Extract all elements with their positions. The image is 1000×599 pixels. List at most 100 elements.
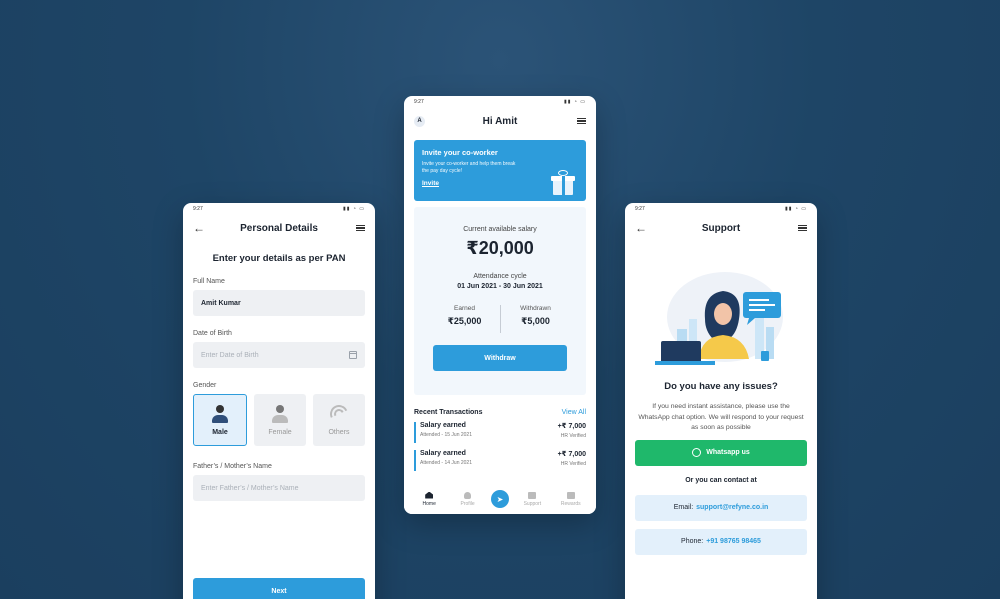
phone-contact[interactable]: Phone: +91 98765 98465 (635, 528, 807, 555)
screen-title: Personal Details (240, 222, 318, 234)
home-icon (425, 491, 434, 499)
email-label: Email: (673, 504, 694, 512)
gender-option-female[interactable]: Female (254, 394, 306, 446)
nav-label: Profile (460, 500, 475, 507)
transaction-date: Attended - 15 Jun 2021 (420, 432, 472, 438)
personal-details-screen: 9:27 ▮▮ ◔ ▭ ← Personal Details Enter you… (183, 203, 375, 599)
gender-option-male[interactable]: Male (193, 394, 247, 446)
withdrawn-label: Withdrawn (520, 305, 551, 312)
earned-label: Earned (454, 305, 475, 312)
nav-label: Rewards (560, 500, 581, 507)
transaction-date: Attended - 14 Jun 2021 (420, 460, 472, 466)
rainbow-icon (330, 405, 348, 423)
dob-field[interactable]: Enter Date of Birth (193, 342, 365, 368)
phone-label: Phone: (681, 538, 704, 546)
transaction-status: HR Verified (560, 433, 586, 439)
transaction-name: Salary earned (420, 450, 466, 457)
app-bar: A Hi Amit (404, 108, 596, 134)
invite-description: Invite your co-worker and help them brea… (422, 161, 516, 174)
status-icons: ▮▮ ◔ ▭ (342, 206, 365, 212)
full-name-field[interactable]: Amit Kumar (193, 290, 365, 316)
invite-banner: Invite your co-worker Invite your co-wor… (414, 140, 586, 201)
gender-label: Gender (193, 382, 217, 389)
bottom-nav: Home Profile ➤ Support Rewards (404, 484, 596, 514)
recent-title: Recent Transactions (414, 409, 483, 416)
status-bar: 9:27 ▮▮ ◔ ▭ (404, 96, 596, 108)
email-contact[interactable]: Email: support@refyne.co.in (635, 494, 807, 521)
avatar[interactable]: A (414, 115, 425, 127)
next-button[interactable]: Next (193, 578, 365, 599)
full-name-label: Full Name (193, 278, 225, 285)
support-description: If you need instant assistance, please u… (638, 403, 804, 432)
full-name-value: Amit Kumar (201, 299, 241, 307)
nav-rewards[interactable]: Rewards (556, 491, 586, 507)
parent-name-label: Father’s / Mother’s Name (193, 463, 272, 470)
transaction-status: HR Verified (560, 461, 586, 467)
withdraw-button[interactable]: Withdraw (433, 345, 567, 371)
withdrawn-value: ₹5,000 (521, 316, 550, 326)
gender-option-label: Male (212, 428, 228, 436)
transaction-amount: +₹ 7,000 (557, 451, 586, 458)
salary-value: ₹20,000 (466, 238, 534, 258)
mail-icon (528, 491, 537, 499)
earned-value: ₹25,000 (447, 316, 482, 326)
salary-card: Current available salary ₹20,000 Attenda… (414, 207, 586, 395)
status-icons: ▮▮ ◔ ▭ (563, 99, 586, 105)
parent-name-field[interactable]: Enter Father’s / Mother’s Name (193, 475, 365, 501)
back-arrow-icon[interactable]: ← (193, 222, 205, 234)
greeting-title: Hi Amit (482, 115, 518, 127)
status-bar: 9:27 ▮▮ ◔ ▭ (625, 203, 817, 215)
or-contact-text: Or you can contact at (685, 476, 757, 484)
gender-options: Male Female Others (193, 394, 365, 446)
menu-icon[interactable] (798, 223, 807, 233)
recent-transactions-header: Recent Transactions View All (414, 409, 586, 416)
nav-label: Support (523, 500, 542, 507)
view-all-link[interactable]: View All (562, 409, 586, 416)
whatsapp-label: Whatsapp us (706, 449, 750, 457)
cycle-value: 01 Jun 2021 - 30 Jun 2021 (457, 283, 543, 290)
nav-home[interactable]: Home (414, 491, 444, 507)
gender-option-label: Female (268, 428, 292, 436)
cycle-label: Attendance cycle (473, 273, 527, 280)
status-time: 9:27 (635, 206, 645, 212)
support-agent-illustration (625, 249, 817, 367)
phone-value[interactable]: +91 98765 98465 (706, 538, 761, 545)
profile-icon (464, 491, 472, 499)
email-value[interactable]: support@refyne.co.in (696, 504, 768, 511)
salary-label: Current available salary (463, 226, 537, 233)
transaction-amount: +₹ 7,000 (557, 423, 586, 430)
support-question: Do you have any issues? (664, 381, 778, 392)
earned-withdrawn: Earned ₹25,000 Withdrawn ₹5,000 (414, 305, 586, 333)
send-fab[interactable]: ➤ (490, 490, 509, 508)
nav-support[interactable]: Support (517, 491, 547, 507)
dob-placeholder: Enter Date of Birth (201, 351, 259, 359)
transaction-row[interactable]: Salary earned Attended - 14 Jun 2021 +₹ … (414, 450, 586, 471)
status-time: 9:27 (414, 99, 424, 105)
transaction-row[interactable]: Salary earned Attended - 15 Jun 2021 +₹ … (414, 422, 586, 443)
support-screen: 9:27 ▮▮ ◔ ▭ ← Support Do you have any is… (625, 203, 817, 599)
send-icon: ➤ (496, 494, 504, 504)
status-time: 9:27 (193, 206, 203, 212)
menu-icon[interactable] (577, 116, 586, 126)
nav-label: Home (422, 500, 436, 507)
calendar-icon[interactable] (349, 351, 357, 359)
parent-name-placeholder: Enter Father’s / Mother’s Name (201, 484, 299, 492)
status-icons: ▮▮ ◔ ▭ (784, 206, 807, 212)
gift-nav-icon (566, 491, 575, 499)
menu-icon[interactable] (356, 223, 365, 233)
app-bar: ← Personal Details (183, 215, 375, 241)
whatsapp-button[interactable]: Whatsapp us (635, 439, 807, 466)
screen-title: Support (701, 222, 741, 234)
female-icon (272, 404, 288, 423)
gender-option-others[interactable]: Others (313, 394, 365, 446)
status-bar: 9:27 ▮▮ ◔ ▭ (183, 203, 375, 215)
home-screen: 9:27 ▮▮ ◔ ▭ A Hi Amit Invite your co-wor… (404, 96, 596, 514)
male-icon (212, 404, 228, 423)
dob-label: Date of Birth (193, 330, 232, 337)
form-heading: Enter your details as per PAN (212, 253, 346, 264)
invite-title: Invite your co-worker (422, 148, 498, 157)
gender-option-label: Others (328, 428, 350, 436)
nav-profile[interactable]: Profile (453, 491, 483, 507)
back-arrow-icon[interactable]: ← (635, 222, 647, 234)
app-bar: ← Support (625, 215, 817, 241)
